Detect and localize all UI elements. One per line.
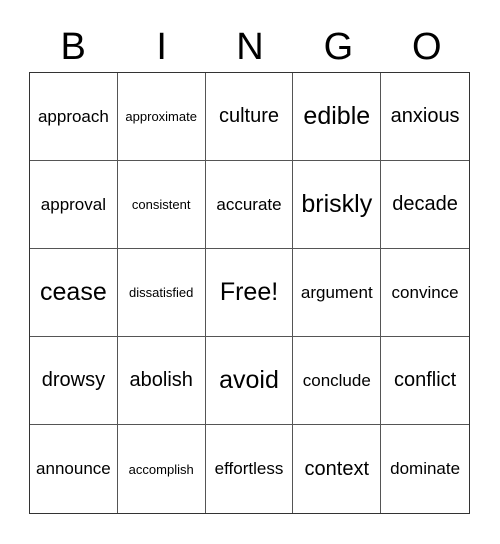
- bingo-cell[interactable]: decade: [381, 161, 469, 249]
- bingo-cell[interactable]: accomplish: [118, 425, 206, 513]
- bingo-cell[interactable]: argument: [293, 249, 382, 337]
- bingo-cell[interactable]: approval: [30, 161, 118, 249]
- bingo-cell[interactable]: dominate: [381, 425, 469, 513]
- header-letter-i: I: [156, 26, 167, 68]
- bingo-cell[interactable]: avoid: [205, 337, 294, 425]
- bingo-cell[interactable]: conclude: [293, 337, 382, 425]
- header-letter-n: N: [236, 26, 264, 68]
- bingo-cell[interactable]: anxious: [381, 73, 469, 161]
- bingo-cell[interactable]: approach: [30, 73, 118, 161]
- bingo-cell[interactable]: effortless: [206, 425, 294, 513]
- bingo-cell[interactable]: edible: [293, 73, 382, 161]
- bingo-cell[interactable]: drowsy: [30, 337, 118, 425]
- bingo-cell[interactable]: approximate: [117, 73, 206, 161]
- bingo-cell[interactable]: convince: [381, 249, 469, 337]
- bingo-cell[interactable]: announce: [30, 425, 118, 513]
- bingo-cell[interactable]: accurate: [205, 161, 294, 249]
- header-letter-g: G: [323, 26, 354, 68]
- bingo-cell[interactable]: dissatisfied: [117, 249, 206, 337]
- bingo-cell[interactable]: cease: [30, 249, 118, 337]
- header-letter-b: B: [60, 26, 86, 68]
- bingo-cell[interactable]: consistent: [117, 161, 206, 249]
- header-letter-o: O: [412, 26, 442, 68]
- bingo-cell[interactable]: context: [293, 425, 382, 513]
- bingo-cell[interactable]: culture: [205, 73, 294, 161]
- bingo-cell[interactable]: conflict: [381, 337, 469, 425]
- bingo-grid: approach approximate culture edible anxious a…: [29, 72, 470, 514]
- bingo-cell[interactable]: briskly: [293, 161, 382, 249]
- bingo-cell[interactable]: abolish: [117, 337, 206, 425]
- free-space-cell[interactable]: Free!: [205, 249, 294, 337]
- bingo-header: B I N G O: [29, 22, 471, 72]
